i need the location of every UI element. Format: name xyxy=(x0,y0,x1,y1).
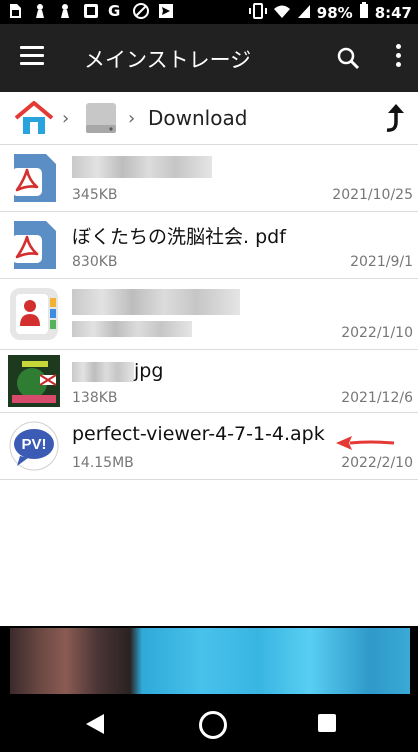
chevron-right-icon: › xyxy=(128,108,136,129)
file-row[interactable]: ぼくたちの洗脳社会. pdf 830KB 2021/9/1 xyxy=(0,212,418,279)
perfect-viewer-icon: PV! xyxy=(8,420,60,472)
more-options-icon[interactable] xyxy=(394,44,402,70)
file-date: 2021/12/6 xyxy=(341,390,413,406)
file-name: ぼくたちの洗脳社会. pdf xyxy=(72,226,286,248)
bell-icon xyxy=(58,3,74,19)
back-icon[interactable] xyxy=(84,712,106,740)
pdf-icon xyxy=(8,219,60,271)
ad-image[interactable] xyxy=(10,628,410,694)
file-size: 345KB xyxy=(72,187,118,203)
vibrate-icon xyxy=(248,2,267,23)
home-button-icon[interactable] xyxy=(199,711,227,739)
file-name: jpg xyxy=(72,360,163,382)
file-date: 2021/10/25 xyxy=(332,187,413,203)
battery-icon xyxy=(359,2,369,23)
file-size: 830KB xyxy=(72,254,118,270)
send-icon xyxy=(158,3,174,19)
file-list: 345KB 2021/10/25 ぼくたちの洗脳社会. pdf 830KB 20… xyxy=(0,145,418,480)
file-row[interactable]: jpg 138KB 2021/12/6 xyxy=(0,350,418,413)
file-date: 2021/9/1 xyxy=(350,254,413,270)
breadcrumb-current-folder[interactable]: Download xyxy=(148,106,247,130)
g-icon: G xyxy=(108,2,121,20)
image-thumbnail-icon xyxy=(8,355,60,407)
signal-icon xyxy=(297,3,311,23)
home-icon[interactable] xyxy=(14,100,54,136)
file-size: 14.15MB xyxy=(72,455,134,471)
notification-icons: G xyxy=(8,3,174,19)
app-toolbar: メインストレージ xyxy=(0,24,418,92)
bell-icon xyxy=(33,3,49,19)
annotation-arrow-icon xyxy=(336,435,396,451)
recent-apps-icon[interactable] xyxy=(318,714,336,732)
hamburger-menu-icon[interactable] xyxy=(20,46,44,66)
image-icon xyxy=(83,3,99,19)
file-row[interactable]: PV! perfect-viewer-4-7-1-4.apk 14.15MB 2… xyxy=(0,413,418,480)
pdf-icon xyxy=(8,152,60,204)
storage-drive-icon[interactable] xyxy=(84,101,118,135)
system-icons: 98% 8:47 xyxy=(248,2,412,23)
file-name-blurred xyxy=(72,289,240,315)
ad-banner[interactable] xyxy=(0,626,418,696)
file-date: 2022/2/10 xyxy=(341,455,413,471)
chevron-right-icon: › xyxy=(62,108,70,129)
file-size: 138KB xyxy=(72,390,118,406)
battery-level: 98% xyxy=(316,3,353,22)
file-date: 2022/1/10 xyxy=(341,325,413,341)
file-size-blurred xyxy=(72,321,192,337)
wifi-icon xyxy=(273,3,291,23)
file-name: perfect-viewer-4-7-1-4.apk xyxy=(72,423,325,445)
contacts-app-icon xyxy=(8,286,60,340)
page-title: メインストレージ xyxy=(84,48,252,72)
sim-card-icon xyxy=(8,3,24,19)
svg-text:PV!: PV! xyxy=(21,436,46,453)
status-bar: G 98% 8:47 xyxy=(0,0,418,24)
file-name-blurred xyxy=(72,155,212,178)
file-row[interactable]: 345KB 2021/10/25 xyxy=(0,145,418,212)
breadcrumb: › › Download xyxy=(0,92,418,145)
search-icon[interactable] xyxy=(336,46,360,70)
vpn-icon xyxy=(133,3,149,19)
folder-up-icon[interactable] xyxy=(384,102,406,134)
file-row[interactable]: 2022/1/10 xyxy=(0,279,418,350)
clock: 8:47 xyxy=(374,3,412,22)
navigation-bar xyxy=(0,696,418,752)
